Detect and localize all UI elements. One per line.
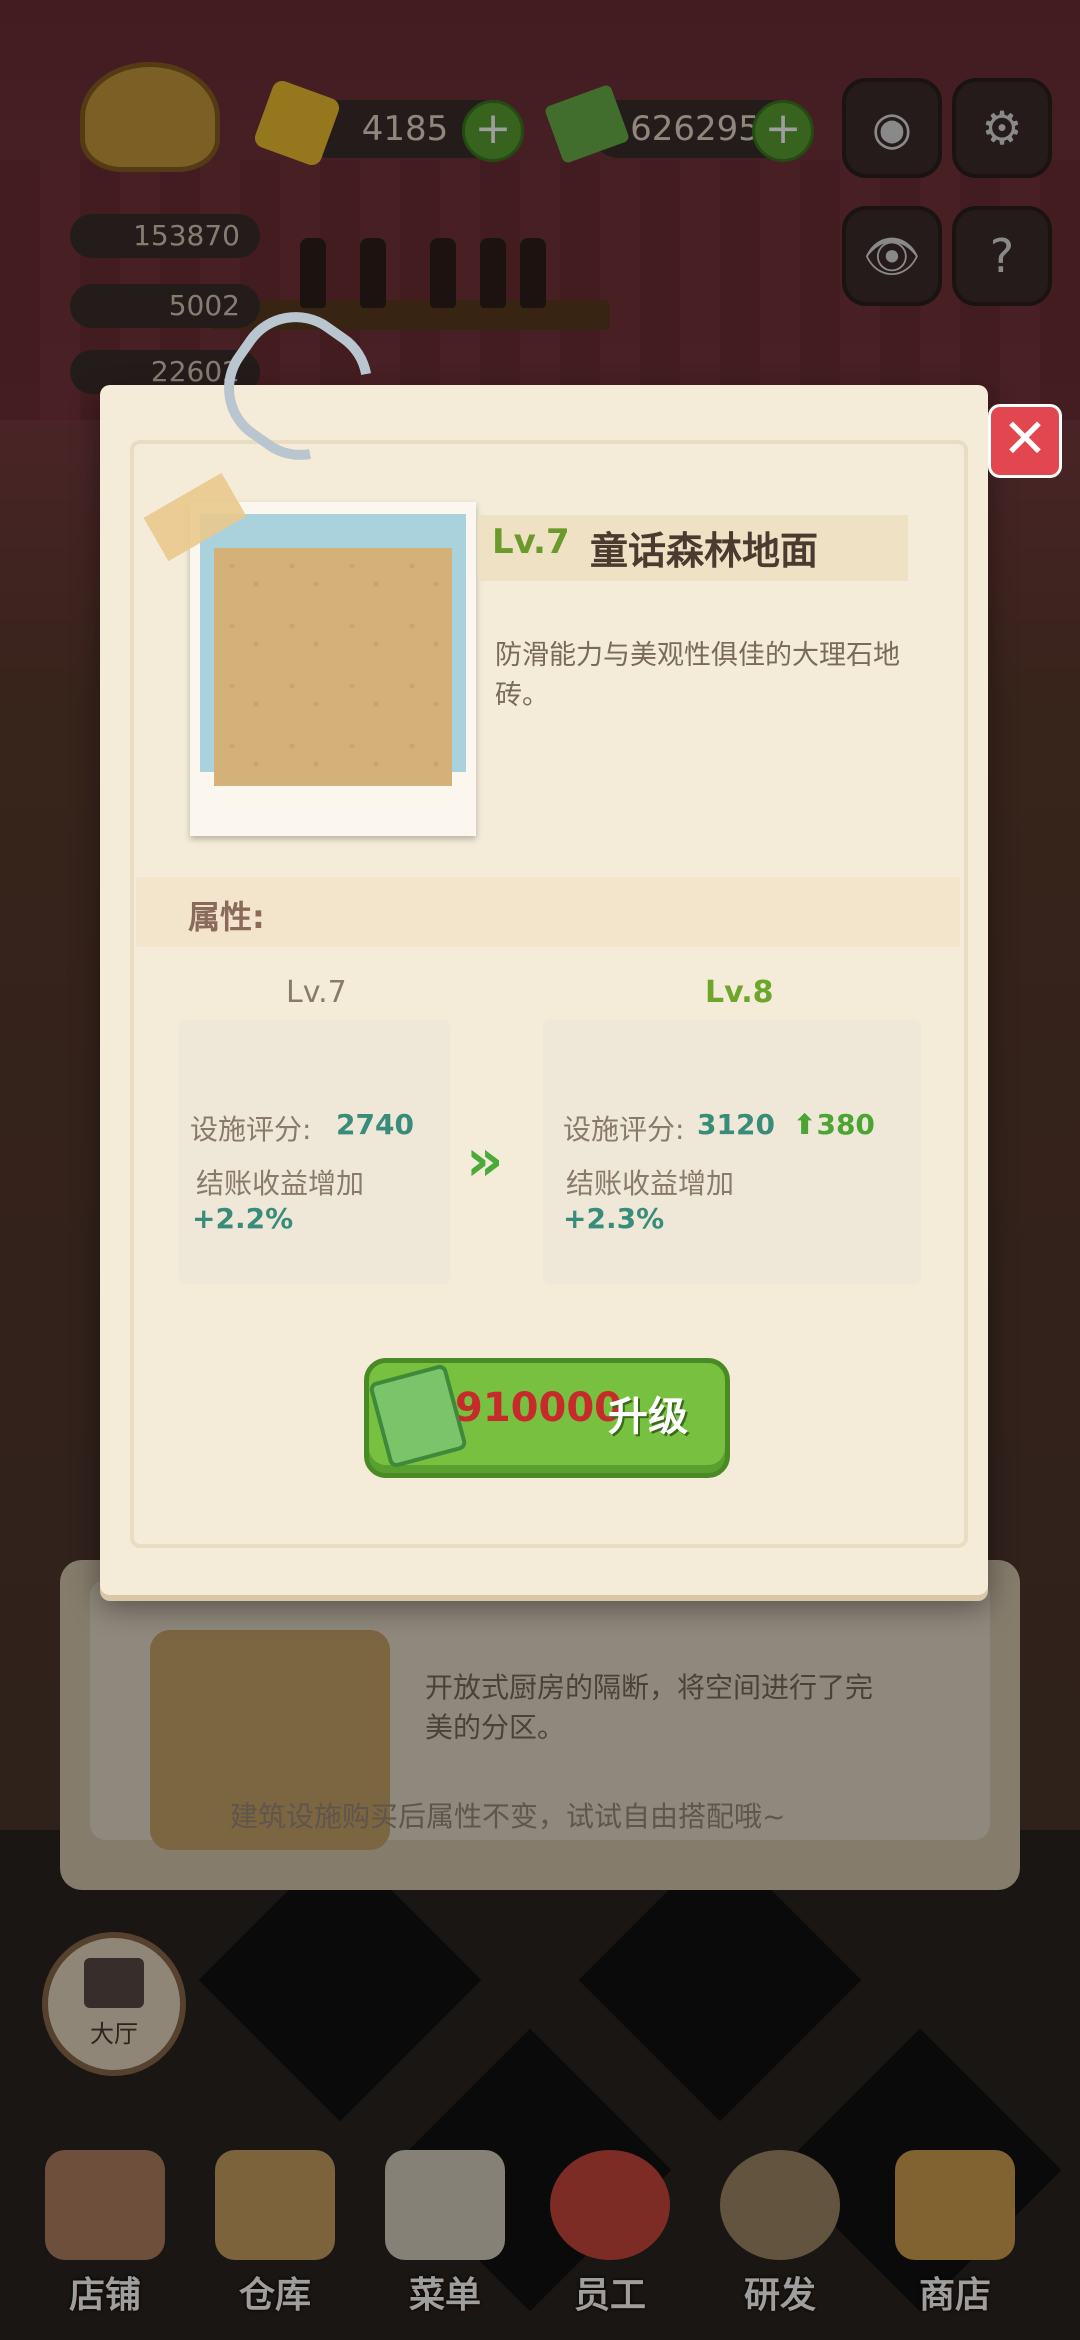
current-stats-box <box>178 1020 450 1284</box>
current-score: 2740 <box>336 1108 414 1141</box>
upgrade-label[interactable]: 升级 <box>608 1384 688 1442</box>
attributes-label: 属性: <box>188 898 265 936</box>
upgrade-arrow-icon: » <box>466 1126 504 1194</box>
next-income: +2.3% <box>563 1202 665 1235</box>
score-increase: ⬆380 <box>793 1108 875 1141</box>
income-label: 结账收益增加 <box>566 1167 735 1200</box>
close-button[interactable]: ✕ <box>988 404 1062 478</box>
item-description: 防滑能力与美观性俱佳的大理石地砖。 <box>495 640 900 711</box>
item-preview-image <box>214 548 452 786</box>
arrow-up-icon: ⬆ <box>793 1108 817 1141</box>
next-level-label: Lv.8 <box>705 975 774 1010</box>
current-income: +2.2% <box>192 1202 294 1235</box>
upgrade-cost[interactable]: 910000 <box>455 1385 622 1431</box>
item-name: 童话森林地面 <box>590 529 819 573</box>
income-label: 结账收益增加 <box>196 1167 365 1200</box>
next-stats-box <box>543 1020 921 1284</box>
current-level-label: Lv.7 <box>286 975 347 1010</box>
score-label: 设施评分: <box>190 1113 312 1146</box>
next-score: 3120 <box>697 1108 775 1141</box>
score-label: 设施评分: <box>563 1113 685 1146</box>
current-level: Lv.7 <box>492 522 570 562</box>
score-delta: 380 <box>816 1108 875 1141</box>
